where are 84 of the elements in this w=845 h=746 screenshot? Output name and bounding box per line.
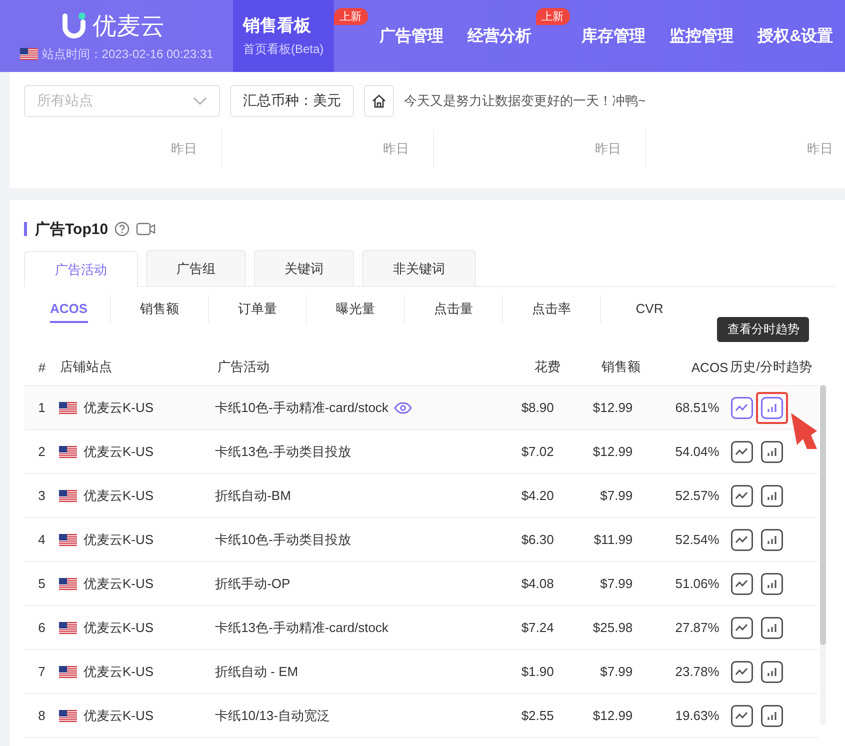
row-number: 1 [38,400,46,415]
column-header: 广告活动 [218,358,270,376]
currency-button[interactable]: 汇总币种：美元 [230,85,354,117]
row-number: 4 [38,532,46,547]
metric-tab[interactable]: ACOS [50,295,110,323]
metric-tab[interactable]: 订单量 [208,295,306,323]
spend-value: $4.08 [521,576,554,591]
tab[interactable]: 关键词 [254,250,354,286]
column-header: 店铺站点 [60,358,112,376]
spend-value: $8.90 [521,400,554,415]
spend-value: $1.90 [521,664,554,679]
campaign-name: 卡纸10/13-自动宽泛 [215,706,330,724]
row-number: 2 [38,444,46,459]
period-label: 昨日 [595,140,621,158]
nav-tab[interactable]: 广告管理 [368,0,456,72]
column-header: 花费 [534,358,561,376]
brand-name: 优麦云 [92,12,164,42]
nav-tab[interactable]: 经营分析 [456,0,536,72]
sales-value: $11.99 [594,532,633,547]
row-number: 8 [38,708,46,723]
row-number: 7 [38,664,46,679]
acos-value: 19.63% [675,708,720,723]
sales-value: $7.99 [600,576,633,591]
nav-tab[interactable]: 授权&设置 [746,0,845,72]
spend-value: $2.55 [521,708,554,723]
tab[interactable]: 广告组 [146,250,246,286]
store-name: 优麦云K-US [83,442,154,460]
acos-value: 51.06% [675,576,720,591]
campaign-name: 折纸手动-OP [215,574,290,592]
campaign-name: 折纸自动-BM [215,486,291,504]
acos-value: 27.87% [675,620,720,635]
campaign-name: 卡纸13色-手动类目投放 [215,442,351,460]
sales-value: $12.99 [592,444,633,459]
row-number: 6 [38,620,46,635]
campaign-name: 卡纸10色-手动类目投放 [215,530,351,548]
row-number: 3 [38,488,46,503]
metric-tab[interactable]: 点击率 [502,295,600,323]
metric-tab[interactable]: 销售额 [110,295,208,323]
store-name: 优麦云K-US [83,706,154,724]
tab[interactable]: 非关键词 [362,250,476,286]
store-name: 优麦云K-US [83,486,154,504]
nav-tab[interactable]: 监控管理 [658,0,746,72]
campaign-name: 卡纸10色-手动精准-card/stock [215,398,388,416]
store-name: 优麦云K-US [83,398,154,416]
acos-value: 52.57% [675,488,720,503]
panel-title: 广告Top10 [35,220,108,238]
spend-value: $4.20 [521,488,554,503]
spend-value: $7.24 [521,620,554,635]
store-name: 优麦云K-US [83,574,154,592]
campaign-name: 卡纸13色-手动精准-card/stock [215,618,388,636]
spend-value: $6.30 [521,532,554,547]
column-header: # [38,360,46,374]
metric-tab[interactable]: 曝光量 [306,295,404,323]
acos-value: 23.78% [675,664,720,679]
sales-value: $25.98 [592,620,633,635]
store-name: 优麦云K-US [83,662,154,680]
period-label: 昨日 [383,140,409,158]
column-header: 销售额 [601,358,640,376]
campaign-name: 折纸自动 - EM [215,662,298,680]
greeting-text: 今天又是努力让数据变更好的一天！冲鸭~ [404,92,646,110]
new-badge: 上新 [536,8,570,25]
site-time: 站点时间：2023-02-16 00:23:31 [42,46,214,62]
sales-value: $12.99 [592,708,633,723]
spend-value: $7.02 [521,444,554,459]
period-label: 昨日 [807,140,833,158]
sales-value: $12.99 [592,400,633,415]
column-header: ACOS [691,360,728,374]
store-name: 优麦云K-US [83,530,154,548]
nav-tab[interactable]: 销售看板 首页看板(Beta) [233,0,334,72]
tab[interactable]: 广告活动 [24,251,138,287]
sales-value: $7.99 [600,664,633,679]
acos-value: 54.04% [675,444,720,459]
metric-tab[interactable]: 点击量 [404,295,502,323]
tooltip: 查看分时趋势 [717,316,810,342]
acos-value: 68.51% [675,400,720,415]
metric-tab[interactable]: CVR [600,295,698,323]
period-label: 昨日 [171,140,197,158]
sales-value: $7.99 [600,488,633,503]
row-number: 5 [38,576,46,591]
nav-tab[interactable]: 库存管理 [570,0,658,72]
store-name: 优麦云K-US [83,618,154,636]
column-header: 历史/分时趋势 [730,358,812,376]
new-badge: 上新 [334,8,368,25]
acos-value: 52.54% [675,532,720,547]
